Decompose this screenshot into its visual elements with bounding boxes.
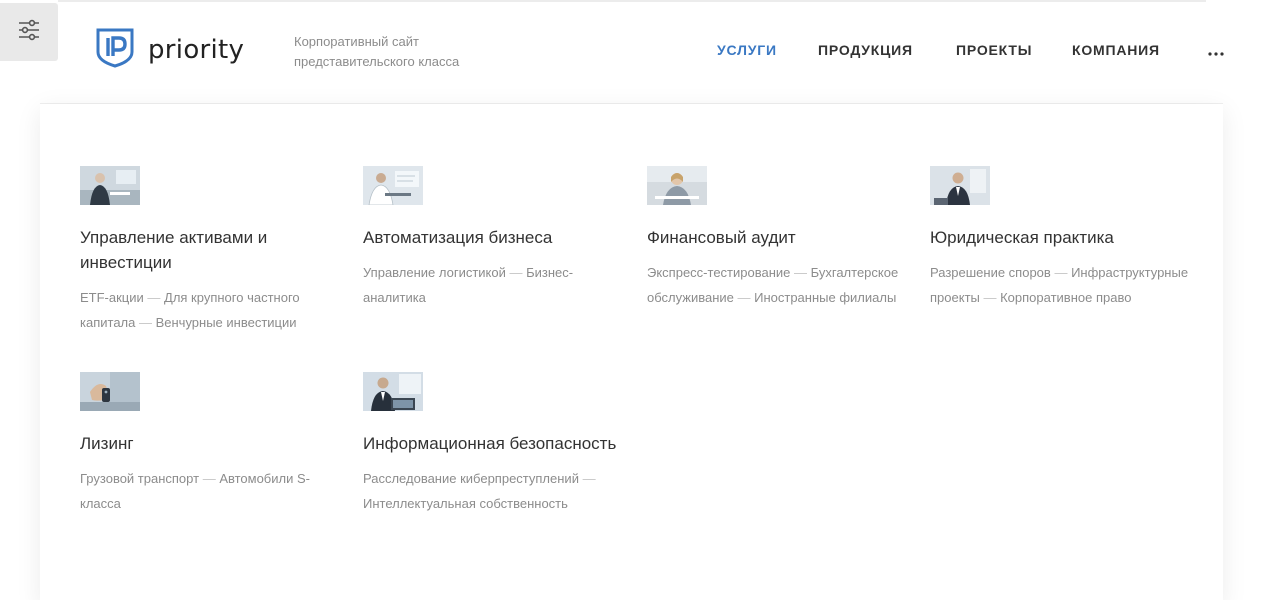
sublink[interactable]: Расследование киберпреступлений [363,471,579,486]
service-sublinks: Разрешение споров — Инфраструктурные про… [930,265,1189,305]
sublink[interactable]: Иностранные филиалы [754,290,896,305]
sublink[interactable]: Венчурные инвестиции [156,315,297,330]
sublink[interactable]: Грузовой транспорт [80,471,199,486]
service-card-asset-management: Управление активами и инвестиции ETF-акц… [80,166,340,335]
service-title[interactable]: Управление активами и инвестиции [80,225,340,275]
sublink[interactable]: Корпоративное право [1000,290,1131,305]
nav-item-products[interactable]: ПРОДУКЦИЯ [818,42,913,58]
main-navigation: УСЛУГИ ПРОДУКЦИЯ ПРОЕКТЫ КОМПАНИЯ [40,42,1226,62]
service-sublinks: Грузовой транспорт — Автомобили S-класса [80,471,310,511]
sublink[interactable]: Экспресс-тестирование [647,265,790,280]
service-title[interactable]: Лизинг [80,431,340,456]
services-dropdown-panel: Управление активами и инвестиции ETF-акц… [40,104,1223,600]
service-card-business-automation: Автоматизация бизнеса Управление логисти… [363,166,623,310]
nav-more-button[interactable] [1206,42,1226,62]
service-sublinks: Экспресс-тестирование — Бухгалтерское об… [647,265,899,305]
site-header: priority Корпоративный сайт представител… [40,0,1226,104]
service-title[interactable]: Финансовый аудит [647,225,907,250]
service-sublinks: ETF-акции — Для крупного частного капита… [80,290,300,330]
service-card-information-security: Информационная безопасность Расследовани… [363,372,623,516]
nav-item-projects[interactable]: ПРОЕКТЫ [956,42,1032,58]
service-thumbnail[interactable] [363,166,423,205]
service-sublinks: Расследование киберпреступлений — Интелл… [363,471,596,511]
sublink[interactable]: Разрешение споров [930,265,1051,280]
nav-item-services[interactable]: УСЛУГИ [717,42,777,58]
service-title[interactable]: Информационная безопасность [363,431,623,456]
service-card-leasing: Лизинг Грузовой транспорт — Автомобили S… [80,372,340,516]
nav-item-company[interactable]: КОМПАНИЯ [1072,42,1160,58]
ellipsis-icon [1208,43,1224,61]
service-thumbnail[interactable] [363,372,423,411]
service-thumbnail[interactable] [80,372,140,411]
service-thumbnail[interactable] [647,166,707,205]
service-thumbnail[interactable] [930,166,990,205]
sublink[interactable]: Интеллектуальная собственность [363,496,568,511]
service-card-financial-audit: Финансовый аудит Экспресс-тестирование —… [647,166,907,310]
sublink[interactable]: ETF-акции [80,290,144,305]
sliders-icon [17,18,41,47]
service-card-legal-practice: Юридическая практика Разрешение споров —… [930,166,1190,310]
service-title[interactable]: Автоматизация бизнеса [363,225,623,250]
service-title[interactable]: Юридическая практика [930,225,1190,250]
sublink[interactable]: Управление логистикой [363,265,506,280]
service-sublinks: Управление логистикой — Бизнес-аналитика [363,265,574,305]
service-thumbnail[interactable] [80,166,140,205]
